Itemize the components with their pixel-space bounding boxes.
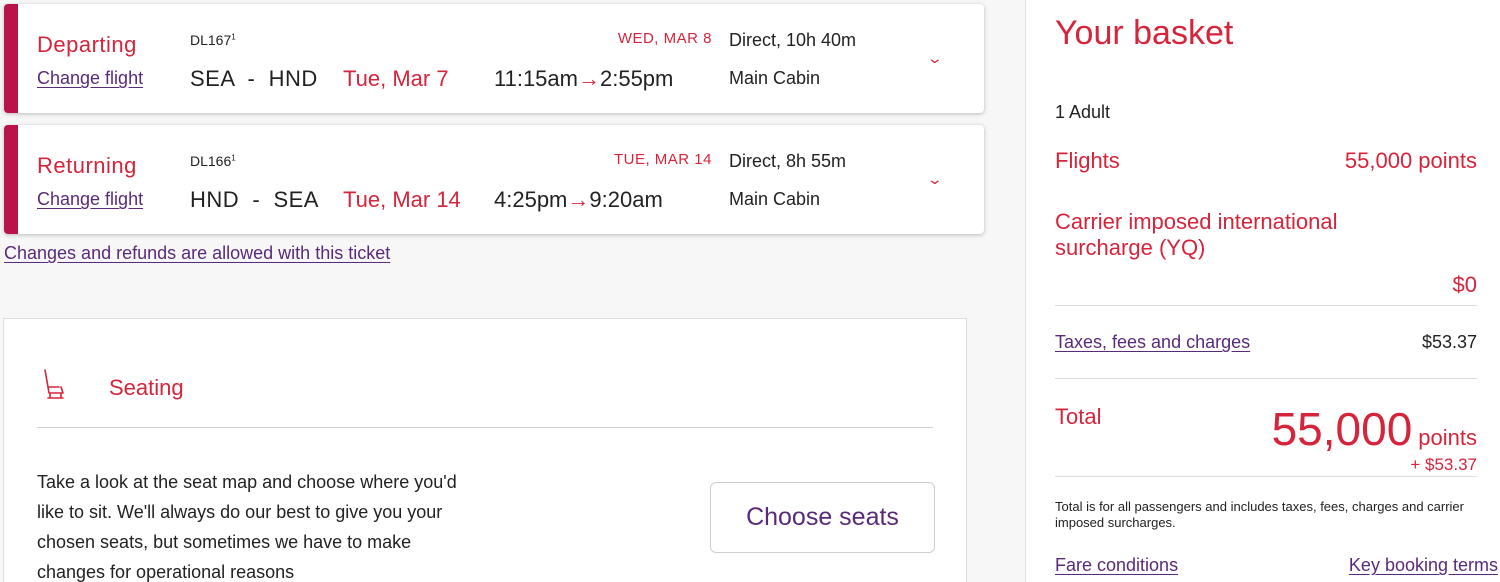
total-points-value: 55,000: [1271, 403, 1413, 455]
total-cash: + $53.37: [1410, 455, 1477, 474]
divider: [1055, 305, 1477, 306]
change-flight-link[interactable]: Change flight: [37, 189, 143, 210]
departure-time: 4:25pm: [494, 187, 568, 212]
choose-seats-button[interactable]: Choose seats: [710, 482, 935, 553]
seating-title: Seating: [109, 375, 184, 400]
refund-policy-link[interactable]: Changes and refunds are allowed with thi…: [4, 243, 390, 264]
flight-number-text: DL167: [190, 32, 232, 48]
arrow-right-icon: →: [577, 66, 600, 91]
departure-time: 11:15am: [494, 66, 578, 91]
seat-icon: [44, 369, 64, 399]
cabin-class: Main Cabin: [729, 68, 821, 88]
flight-duration: Direct, 10h 40m: [729, 30, 857, 50]
flight-footnote: 1: [231, 153, 236, 163]
taxes-fees-link[interactable]: Taxes, fees and charges: [1055, 332, 1250, 353]
total-points: 55,000 points: [1272, 402, 1477, 456]
flight-direction: Returning: [37, 153, 137, 178]
total-points-unit: points: [1418, 425, 1477, 450]
arrow-right-icon: →: [567, 187, 590, 212]
card-accent-stripe: [4, 125, 18, 234]
seating-description: Take a look at the seat map and choose w…: [37, 472, 457, 582]
total-note: Total is for all passengers and includes…: [1055, 499, 1464, 530]
flights-value: 55,000 points: [1344, 148, 1477, 173]
basket-panel: Your basket 1 Adult Flights 55,000 point…: [1025, 0, 1500, 582]
flight-duration: Direct, 8h 55m: [729, 151, 847, 171]
chevron-down-icon[interactable]: ⌄: [927, 50, 943, 67]
passenger-count: 1 Adult: [1055, 102, 1111, 122]
flight-route: HND - SEA: [190, 187, 319, 212]
basket-title: Your basket: [1055, 14, 1234, 52]
flight-times: 11:15am→2:55pm: [494, 66, 673, 92]
change-flight-link[interactable]: Change flight: [37, 68, 143, 89]
divider: [1055, 378, 1477, 379]
key-booking-terms-link[interactable]: Key booking terms: [1349, 555, 1498, 576]
flight-number: DL1661: [190, 153, 236, 169]
divider: [1055, 476, 1477, 477]
chevron-down-icon[interactable]: ⌄: [927, 171, 943, 188]
flight-route: SEA - HND: [190, 66, 318, 91]
arrival-time: 9:20am: [589, 187, 663, 212]
departure-date: Tue, Mar 14: [343, 187, 461, 212]
returning-flight-card: Returning Change flight DL1661 HND - SEA…: [4, 125, 984, 234]
flights-label: Flights: [1055, 148, 1120, 173]
surcharge-label: Carrier imposed international surcharge …: [1055, 209, 1338, 260]
taxes-value: $53.37: [1421, 332, 1477, 352]
departure-date: Tue, Mar 7: [343, 66, 449, 91]
seating-card: Seating Take a look at the seat map and …: [3, 318, 967, 582]
total-label: Total: [1055, 404, 1102, 429]
arrival-date: TUE, MAR 14: [613, 151, 712, 168]
flight-footnote: 1: [231, 32, 236, 42]
divider: [37, 427, 933, 428]
cabin-class: Main Cabin: [729, 189, 821, 209]
surcharge-value: $0: [1452, 272, 1477, 297]
arrival-date: WED, MAR 8: [617, 30, 712, 47]
arrival-time: 2:55pm: [599, 66, 674, 91]
flight-number-text: DL166: [190, 153, 232, 169]
departing-flight-card: Departing Change flight DL1671 SEA - HND…: [4, 4, 984, 113]
fare-conditions-link[interactable]: Fare conditions: [1055, 555, 1178, 576]
flight-number: DL1671: [190, 32, 236, 48]
flight-direction: Departing: [37, 32, 137, 57]
card-accent-stripe: [4, 4, 18, 113]
flight-times: 4:25pm→9:20am: [494, 187, 663, 213]
